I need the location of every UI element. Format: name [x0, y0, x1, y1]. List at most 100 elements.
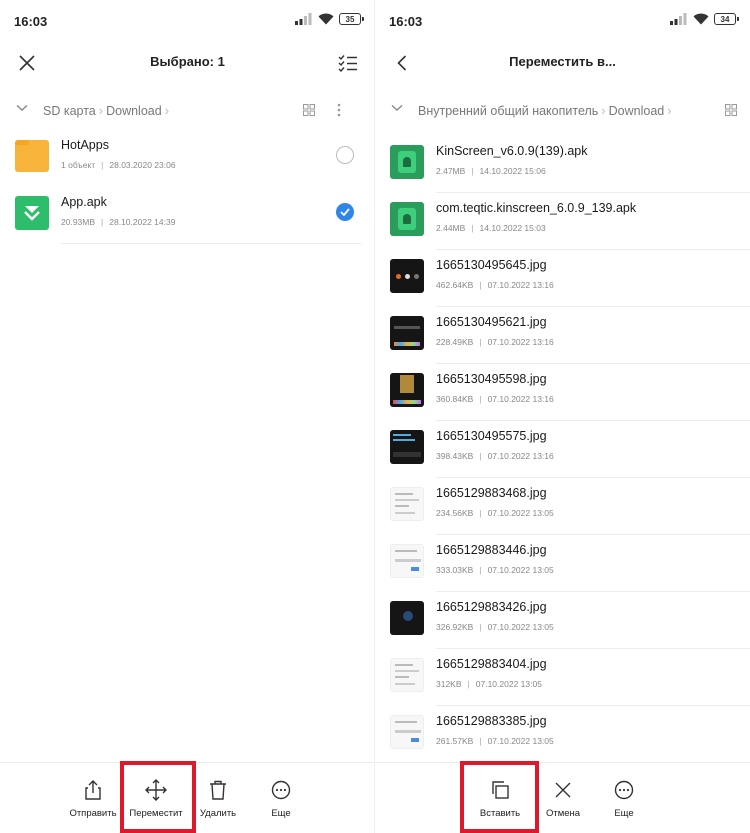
- item-name: KinScreen_v6.0.9(139).apk: [436, 144, 588, 158]
- chevron-down-icon[interactable]: [391, 104, 403, 112]
- status-time: 16:03: [14, 14, 48, 29]
- item-meta: 333.03KB | 07.10.2022 13:05: [436, 565, 554, 575]
- image-thumbnail: [390, 544, 424, 578]
- list-item[interactable]: com.teqtic.kinscreen_6.0.9_139.apk 2.44MB…: [375, 193, 750, 250]
- list-item[interactable]: 1665129883446.jpg 333.03KB | 07.10.2022 13:…: [375, 535, 750, 592]
- image-thumbnail: [390, 316, 424, 350]
- item-meta: 398.43KB | 07.10.2022 13:16: [436, 451, 554, 461]
- signal-icon: [295, 13, 312, 25]
- item-name: 1665129883468.jpg: [436, 486, 547, 500]
- page-title: Переместить в...: [509, 54, 616, 69]
- wifi-icon: [693, 13, 709, 25]
- image-thumbnail: [390, 601, 424, 635]
- item-meta: 312KB | 07.10.2022 13:05: [436, 679, 542, 689]
- list-item[interactable]: KinScreen_v6.0.9(139).apk 2.47MB | 14.10.20…: [375, 136, 750, 193]
- file-list: HotApps 1 объект | 28.03.2020 23:06 App.ap…: [0, 130, 375, 244]
- status-bar: 16:03 35: [0, 0, 375, 44]
- breadcrumb-bar: Внутренний общий накопитель › Download ›: [375, 92, 750, 128]
- chevron-right-icon: ›: [164, 103, 170, 118]
- battery-icon: 34: [714, 13, 739, 25]
- breadcrumb-item-download[interactable]: Download: [106, 104, 162, 118]
- item-name: 1665130495575.jpg: [436, 429, 547, 443]
- list-item[interactable]: 1665129883385.jpg 261.57KB | 07.10.2022 13:…: [375, 706, 750, 763]
- breadcrumb: Внутренний общий накопитель › Download ›: [418, 103, 675, 118]
- image-thumbnail: [390, 259, 424, 293]
- row-divider: [61, 243, 361, 244]
- trash-icon: [210, 780, 226, 800]
- item-name: 1665130495645.jpg: [436, 258, 547, 272]
- list-item[interactable]: 1665130495575.jpg 398.43KB | 07.10.2022 13:…: [375, 421, 750, 478]
- image-thumbnail: [390, 658, 424, 692]
- list-item[interactable]: App.apk 20.93MB | 28.10.2022 14:39: [0, 187, 375, 244]
- list-item[interactable]: 1665130495621.jpg 228.49KB | 07.10.2022 13:…: [375, 307, 750, 364]
- status-bar: 16:03 34: [375, 0, 750, 44]
- checklist-icon: [338, 55, 357, 72]
- list-item[interactable]: 1665129883404.jpg 312KB | 07.10.2022 13:05: [375, 649, 750, 706]
- more-icon: [614, 780, 634, 800]
- highlight-box: [120, 761, 196, 833]
- item-meta: 360.84KB | 07.10.2022 13:16: [436, 394, 554, 404]
- chevron-right-icon: ›: [98, 103, 104, 118]
- item-meta: 2.47MB | 14.10.2022 15:06: [436, 166, 546, 176]
- item-meta: 261.57KB | 07.10.2022 13:05: [436, 736, 554, 746]
- item-meta: 228.49KB | 07.10.2022 13:16: [436, 337, 554, 347]
- breadcrumb-item-download[interactable]: Download: [609, 104, 665, 118]
- list-item[interactable]: 1665130495645.jpg 462.64KB | 07.10.2022 13:…: [375, 250, 750, 307]
- page-title: Выбрано: 1: [150, 54, 225, 69]
- chevron-right-icon: ›: [667, 103, 672, 118]
- list-item[interactable]: 1665129883468.jpg 234.56KB | 07.10.2022 13:…: [375, 478, 750, 535]
- apk-icon: [390, 145, 424, 179]
- grid-view-icon[interactable]: [303, 104, 315, 116]
- right-screen: 16:03 34 Переместить в... Внутренний общ…: [375, 0, 750, 833]
- breadcrumb-item-internal[interactable]: Внутренний общий накопитель: [418, 104, 598, 118]
- highlight-box: [460, 761, 539, 833]
- item-name: 1665129883426.jpg: [436, 600, 547, 614]
- item-name: HotApps: [61, 138, 109, 152]
- wifi-icon: [318, 13, 334, 25]
- share-icon: [85, 780, 101, 800]
- kebab-menu-icon[interactable]: [337, 103, 341, 117]
- signal-icon: [670, 13, 687, 25]
- send-label: Отправить: [69, 808, 117, 819]
- grid-view-icon[interactable]: [725, 104, 737, 116]
- list-item[interactable]: 1665130495598.jpg 360.84KB | 07.10.2022 13:…: [375, 364, 750, 421]
- item-meta: 462.64KB | 07.10.2022 13:16: [436, 280, 554, 290]
- item-meta: 1 объект | 28.03.2020 23:06: [61, 160, 176, 170]
- breadcrumb-item-sd[interactable]: SD карта: [43, 104, 96, 118]
- battery-icon: 35: [339, 13, 364, 25]
- list-item[interactable]: 1665129883426.jpg 326.92KB | 07.10.2022 13:…: [375, 592, 750, 649]
- item-name: 1665129883385.jpg: [436, 714, 547, 728]
- checkmark-icon: [340, 208, 350, 216]
- image-thumbnail: [390, 487, 424, 521]
- item-name: 1665129883446.jpg: [436, 543, 547, 557]
- chevron-down-icon[interactable]: [16, 104, 28, 112]
- list-item[interactable]: HotApps 1 объект | 28.03.2020 23:06: [0, 130, 375, 187]
- item-name: com.teqtic.kinscreen_6.0.9_139.apk: [436, 201, 637, 215]
- bottom-toolbar: Вставить Отмена Еще: [375, 762, 750, 833]
- select-checkbox[interactable]: [336, 146, 354, 164]
- more-button[interactable]: Еще: [246, 777, 316, 819]
- left-screen: 16:03 35 Выбрано: 1 SD карта › Download …: [0, 0, 375, 833]
- item-meta: 326.92KB | 07.10.2022 13:05: [436, 622, 554, 632]
- file-list: KinScreen_v6.0.9(139).apk 2.47MB | 14.10.20…: [375, 136, 750, 763]
- more-label: Еще: [614, 808, 634, 819]
- select-all-button[interactable]: [335, 50, 361, 76]
- chevron-right-icon: ›: [601, 103, 606, 118]
- item-meta: 234.56KB | 07.10.2022 13:05: [436, 508, 554, 518]
- top-bar: Выбрано: 1: [0, 44, 375, 82]
- folder-icon: [15, 140, 49, 172]
- apk-icon: [15, 196, 49, 230]
- apk-icon: [390, 202, 424, 236]
- select-checkbox-checked[interactable]: [336, 203, 354, 221]
- more-icon: [271, 780, 291, 800]
- image-thumbnail: [390, 715, 424, 749]
- status-icons: 34: [670, 13, 739, 25]
- more-button[interactable]: Еще: [589, 777, 659, 819]
- status-icons: 35: [295, 13, 364, 25]
- more-label: Еще: [271, 808, 291, 819]
- status-time: 16:03: [389, 14, 423, 29]
- image-thumbnail: [390, 430, 424, 464]
- image-thumbnail: [390, 373, 424, 407]
- item-name: App.apk: [61, 195, 107, 209]
- send-button[interactable]: Отправить: [58, 777, 128, 819]
